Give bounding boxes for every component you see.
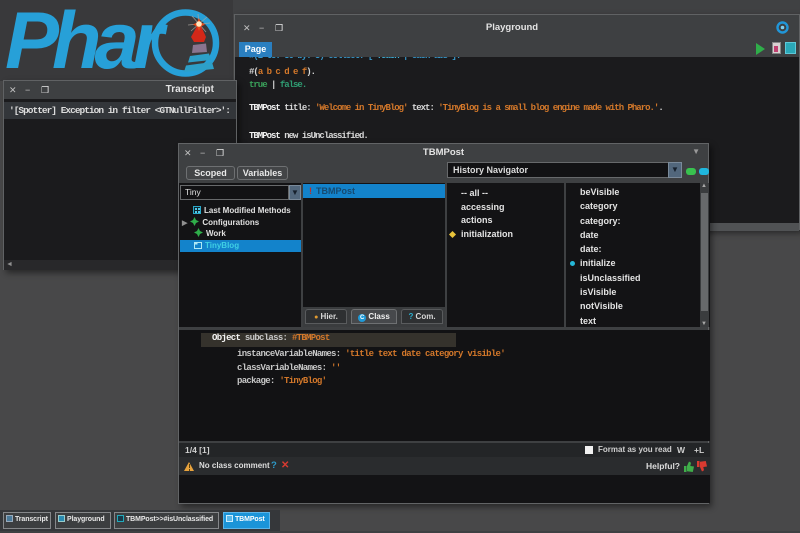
svg-text:Phar: Phar xyxy=(5,0,169,81)
